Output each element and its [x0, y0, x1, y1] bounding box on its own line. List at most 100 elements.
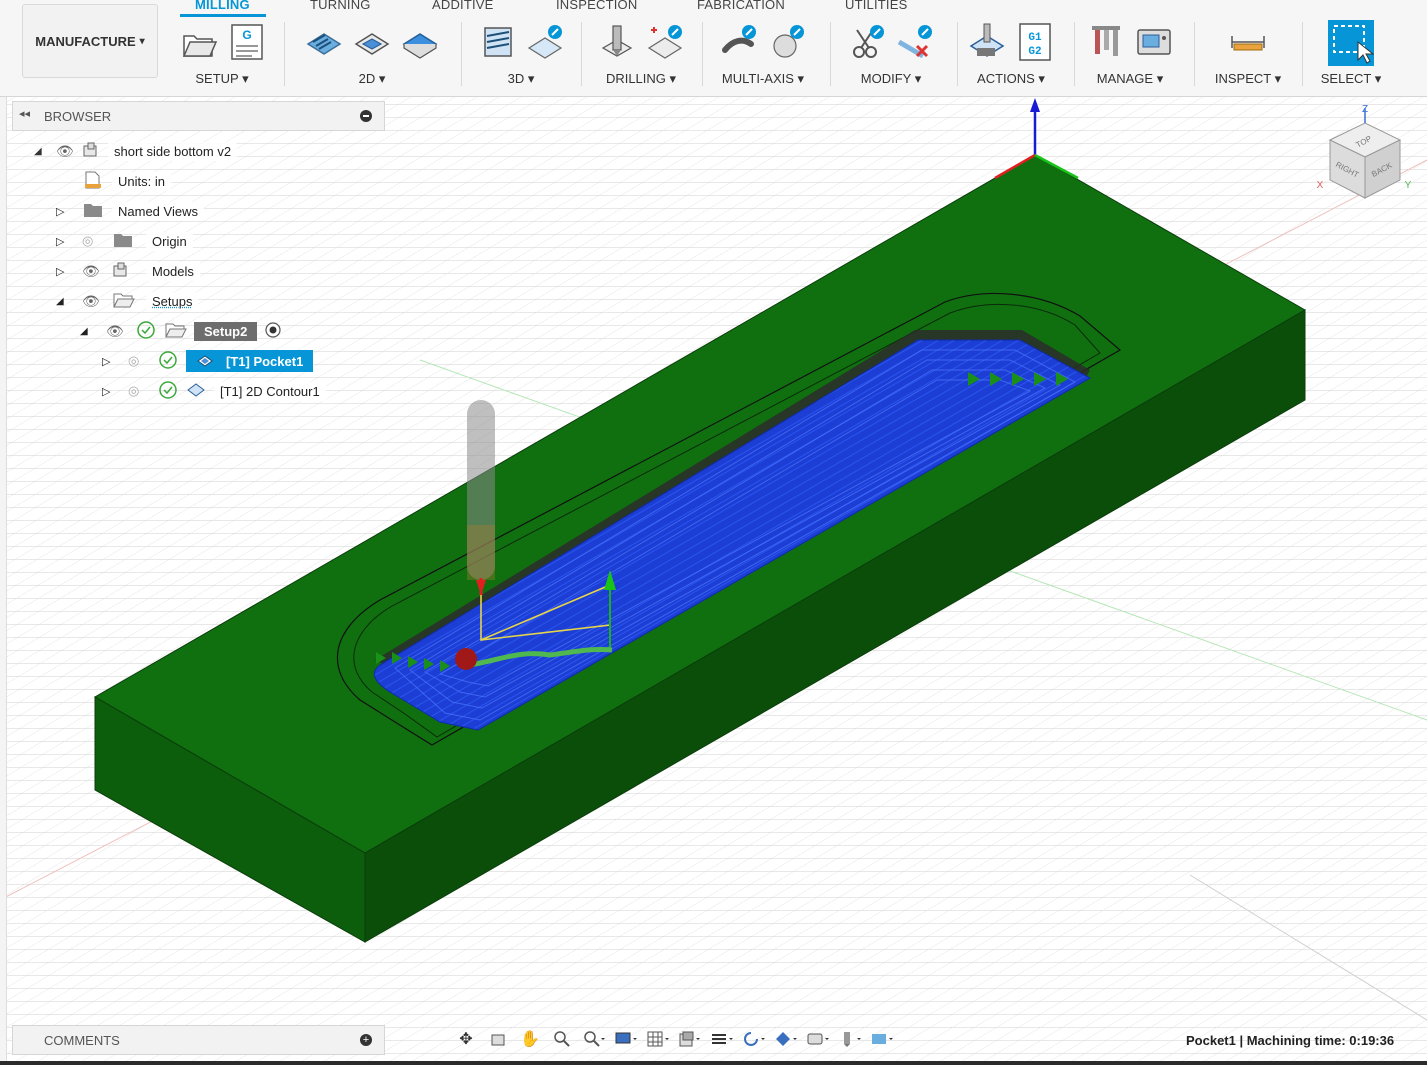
- eye-icon[interactable]: 👁: [82, 293, 112, 310]
- modify-group-label[interactable]: MODIFY ▾: [836, 71, 946, 87]
- tree-item-label: [T1] Pocket1: [226, 353, 304, 369]
- expand-triangle-icon[interactable]: ▷: [56, 205, 82, 218]
- eye-icon[interactable]: 👁: [82, 263, 112, 280]
- zoom-window-icon[interactable]: [580, 1027, 608, 1051]
- tab-milling[interactable]: MILLING: [195, 0, 250, 12]
- eye-hidden-icon[interactable]: ◎: [82, 233, 112, 249]
- tree-item-label: Origin: [146, 231, 193, 251]
- canvas-viewport[interactable]: TOP RIGHT BACK Z X Y: [0, 97, 1427, 1065]
- eye-hidden-icon[interactable]: ◎: [128, 353, 158, 369]
- inspect-group-label[interactable]: INSPECT ▾: [1200, 71, 1296, 87]
- viewports-icon[interactable]: [676, 1027, 704, 1051]
- tree-item-models[interactable]: ▷ 👁 Models: [56, 259, 200, 283]
- 3d-pocket-icon[interactable]: [525, 22, 565, 62]
- face-icon[interactable]: [400, 22, 440, 62]
- zoom-icon[interactable]: [548, 1027, 576, 1051]
- workspace-switcher-button[interactable]: MANUFACTURE ▾: [22, 4, 158, 78]
- component-icon: [112, 261, 146, 282]
- check-circle-icon: [158, 350, 186, 373]
- orbit-move-icon[interactable]: ✥: [452, 1027, 480, 1051]
- workspace-label: MANUFACTURE: [35, 33, 136, 49]
- multi-axis-group-label[interactable]: MULTI-AXIS ▾: [708, 71, 818, 87]
- hole-recognition-icon[interactable]: [645, 22, 685, 62]
- 3d-group: 3D ▾: [466, 18, 576, 94]
- tree-item-named-views[interactable]: ▷ Named Views: [56, 199, 204, 223]
- grid-icon[interactable]: [644, 1027, 672, 1051]
- plus-circle-icon[interactable]: +: [360, 1034, 372, 1046]
- tab-turning[interactable]: TURNING: [310, 0, 371, 12]
- tool-library-icon[interactable]: [1086, 22, 1126, 62]
- expand-triangle-icon[interactable]: ▷: [56, 235, 82, 248]
- new-setup-icon[interactable]: [178, 22, 218, 62]
- tree-item-label: Named Views: [112, 201, 204, 221]
- 3d-adaptive-icon[interactable]: [477, 22, 517, 62]
- tree-item-label: Units: in: [112, 171, 171, 191]
- active-radio-icon[interactable]: [265, 321, 281, 341]
- simulate-icon[interactable]: [967, 22, 1007, 62]
- multi-axis-contour-icon[interactable]: [719, 22, 759, 62]
- svg-text:X: X: [1317, 180, 1324, 191]
- post-process-g1g2-icon[interactable]: G1G2: [1015, 22, 1055, 62]
- comments-panel[interactable]: COMMENTS +: [12, 1025, 385, 1055]
- eye-icon[interactable]: 👁: [106, 323, 136, 340]
- browser-panel-header[interactable]: ◂◂ BROWSER: [12, 101, 385, 131]
- 2d-group-label[interactable]: 2D ▾: [292, 71, 452, 87]
- display-settings-icon[interactable]: [612, 1027, 640, 1051]
- collapse-panel-icon[interactable]: ◂◂: [19, 107, 30, 120]
- comments-title: COMMENTS: [44, 1033, 120, 1048]
- delete-toolpath-icon[interactable]: [895, 22, 935, 62]
- drilling-group: DRILLING ▾: [586, 18, 696, 94]
- post-process-icon[interactable]: G: [226, 22, 266, 62]
- group-divider: [957, 22, 958, 86]
- tree-item-setups[interactable]: ◢ 👁 Setups: [56, 289, 199, 313]
- tree-item-root[interactable]: ◢ 👁 short side bottom v2: [34, 139, 238, 163]
- minus-circle-icon[interactable]: [360, 110, 372, 122]
- expand-triangle-icon[interactable]: ▷: [102, 355, 128, 368]
- machine-view-icon[interactable]: [804, 1027, 832, 1051]
- tree-item-label: [T1] 2D Contour1: [214, 381, 326, 401]
- look-at-icon[interactable]: [484, 1027, 512, 1051]
- 2d-pocket-icon[interactable]: [352, 22, 392, 62]
- setup-group-label[interactable]: SETUP ▾: [172, 71, 272, 87]
- pan-hand-icon[interactable]: ✋: [516, 1027, 544, 1051]
- tree-item-units[interactable]: Units: in: [82, 169, 171, 193]
- rotate-icon[interactable]: [740, 1027, 768, 1051]
- drilling-group-label[interactable]: DRILLING ▾: [586, 71, 696, 87]
- visual-style-icon[interactable]: [772, 1027, 800, 1051]
- collapse-triangle-icon[interactable]: ◢: [34, 146, 56, 157]
- actions-group-label[interactable]: ACTIONS ▾: [963, 71, 1059, 87]
- tree-item-pocket1[interactable]: ▷ ◎ [T1] Pocket1: [102, 349, 314, 373]
- tree-item-2d-contour1[interactable]: ▷ ◎ [T1] 2D Contour1: [102, 379, 326, 403]
- select-group-label[interactable]: SELECT ▾: [1306, 71, 1396, 87]
- collapse-triangle-icon[interactable]: ◢: [80, 326, 106, 337]
- 2d-adaptive-icon[interactable]: [304, 22, 344, 62]
- collapse-triangle-icon[interactable]: ◢: [56, 296, 82, 307]
- svg-text:G: G: [242, 28, 251, 42]
- tab-additive[interactable]: ADDITIVE: [432, 0, 494, 12]
- tree-item-origin[interactable]: ▷ ◎ Origin: [56, 229, 193, 253]
- drill-icon[interactable]: [597, 22, 637, 62]
- tree-item-setup2[interactable]: ◢ 👁 Setup2: [80, 319, 281, 343]
- tree-item-selected[interactable]: [T1] Pocket1: [186, 350, 314, 372]
- tab-utilities[interactable]: UTILITIES: [845, 0, 907, 12]
- eye-hidden-icon[interactable]: ◎: [128, 383, 158, 399]
- contour-operation-icon: [186, 382, 214, 401]
- expand-triangle-icon[interactable]: ▷: [56, 265, 82, 278]
- svg-text:G2: G2: [1028, 46, 1041, 58]
- scissors-icon[interactable]: [847, 22, 887, 62]
- measure-icon[interactable]: [1228, 22, 1268, 62]
- 3d-group-label[interactable]: 3D ▾: [466, 71, 576, 87]
- eye-icon[interactable]: 👁: [56, 143, 82, 160]
- tab-inspection[interactable]: INSPECTION: [556, 0, 637, 12]
- group-divider: [830, 22, 831, 86]
- manage-group-label[interactable]: MANAGE ▾: [1080, 71, 1180, 87]
- select-icon[interactable]: [1328, 20, 1374, 66]
- section-icon[interactable]: [708, 1027, 736, 1051]
- simulation-view-icon[interactable]: [868, 1027, 896, 1051]
- expand-triangle-icon[interactable]: ▷: [102, 385, 128, 398]
- multi-axis-group: MULTI-AXIS ▾: [708, 18, 818, 94]
- tool-view-icon[interactable]: [836, 1027, 864, 1051]
- machine-library-icon[interactable]: [1134, 22, 1174, 62]
- swarf-icon[interactable]: [767, 22, 807, 62]
- tab-fabrication[interactable]: FABRICATION: [697, 0, 785, 12]
